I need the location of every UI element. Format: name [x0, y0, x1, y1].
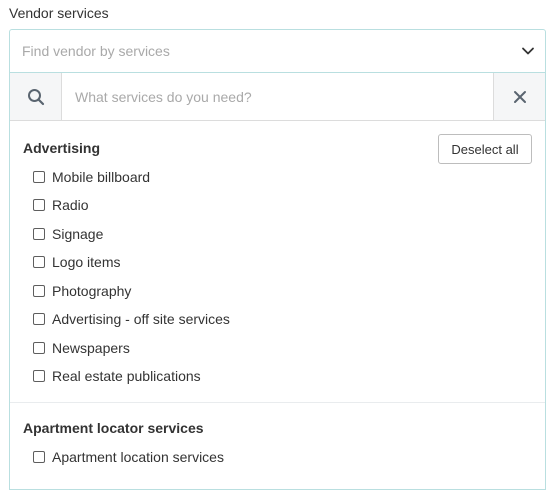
- option-label: Logo items: [52, 254, 121, 270]
- option-apartment-location-services[interactable]: Apartment location services: [33, 447, 224, 467]
- checkbox[interactable]: [33, 256, 45, 268]
- select-placeholder: Find vendor by services: [22, 43, 170, 59]
- vendor-services-label: Vendor services: [9, 5, 109, 21]
- search-button[interactable]: [10, 73, 62, 120]
- checkbox[interactable]: [33, 370, 45, 382]
- search-icon: [27, 88, 44, 105]
- option-mobile-billboard[interactable]: Mobile billboard: [33, 167, 150, 187]
- option-label: Photography: [52, 283, 132, 299]
- option-label: Newspapers: [52, 340, 130, 356]
- option-real-estate-publications[interactable]: Real estate publications: [33, 366, 201, 386]
- group-title-apartment-locator: Apartment locator services: [23, 420, 204, 436]
- checkbox[interactable]: [33, 228, 45, 240]
- option-label: Apartment location services: [52, 449, 224, 465]
- option-label: Signage: [52, 226, 104, 242]
- service-search-bar: [10, 72, 545, 121]
- group-title-advertising: Advertising: [23, 140, 101, 156]
- group-divider: [10, 402, 545, 403]
- option-photography[interactable]: Photography: [33, 281, 131, 301]
- close-icon: [513, 90, 526, 103]
- chevron-down-icon[interactable]: [521, 44, 535, 58]
- deselect-all-button[interactable]: Deselect all: [438, 134, 532, 164]
- checkbox[interactable]: [33, 342, 45, 354]
- option-newspapers[interactable]: Newspapers: [33, 338, 130, 358]
- services-dropdown: Advertising Deselect all Mobile billboar…: [9, 72, 546, 490]
- checkbox[interactable]: [33, 313, 45, 325]
- service-search-input[interactable]: [62, 73, 493, 120]
- option-signage[interactable]: Signage: [33, 224, 103, 244]
- option-label: Mobile billboard: [52, 169, 151, 185]
- option-logo-items[interactable]: Logo items: [33, 252, 120, 272]
- vendor-services-select[interactable]: Find vendor by services: [9, 29, 546, 73]
- clear-search-button[interactable]: [493, 73, 545, 120]
- checkbox[interactable]: [33, 451, 45, 463]
- checkbox[interactable]: [33, 285, 45, 297]
- option-label: Real estate publications: [52, 368, 201, 384]
- option-label: Radio: [52, 197, 89, 213]
- checkbox[interactable]: [33, 199, 45, 211]
- option-advertising-off-site[interactable]: Advertising - off site services: [33, 309, 230, 329]
- checkbox[interactable]: [33, 171, 45, 183]
- option-radio[interactable]: Radio: [33, 195, 89, 215]
- option-label: Advertising - off site services: [52, 311, 230, 327]
